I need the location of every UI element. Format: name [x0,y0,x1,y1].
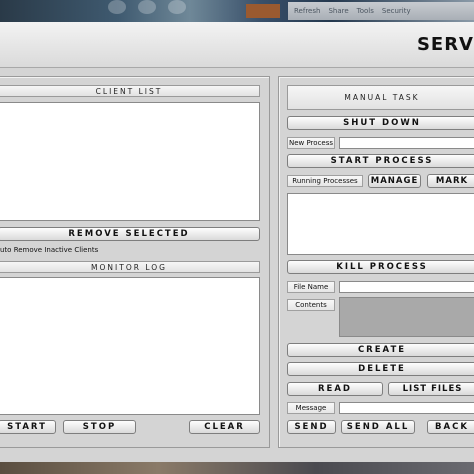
running-processes-label: Running Processes [287,175,363,187]
client-list-header: CLIENT LIST [0,85,260,97]
desktop-icon-2 [138,0,156,14]
desktop-icon-1 [108,0,126,14]
desktop-bottom-strip [0,462,474,474]
contents-textarea[interactable] [339,297,474,337]
explorer-item-tools[interactable]: Tools [357,7,374,15]
back-button[interactable]: BACK [427,420,474,434]
list-files-button[interactable]: LIST FILES [388,382,474,396]
desktop-icon-3 [168,0,186,14]
create-button[interactable]: CREATE [287,343,474,357]
monitor-log-box[interactable] [0,277,260,415]
new-process-input[interactable] [339,137,474,149]
window-title-bar [0,22,474,68]
window-title: SERV [416,34,474,55]
explorer-item-refresh[interactable]: Refresh [294,7,320,15]
mark-button[interactable]: MARK [427,174,474,188]
explorer-item-security[interactable]: Security [382,7,411,15]
running-processes-list[interactable] [287,193,474,255]
file-name-label: File Name [287,281,335,293]
file-name-input[interactable] [339,281,474,293]
explorer-item-share[interactable]: Share [328,7,348,15]
send-all-button[interactable]: SEND ALL [341,420,415,434]
send-button[interactable]: SEND [287,420,336,434]
message-input[interactable] [339,402,474,414]
stop-button[interactable]: STOP [63,420,136,434]
shut-down-button[interactable]: SHUT DOWN [287,116,474,130]
start-process-button[interactable]: START PROCESS [287,154,474,168]
manage-button[interactable]: MANAGE [368,174,421,188]
delete-button[interactable]: DELETE [287,362,474,376]
kill-process-button[interactable]: KILL PROCESS [287,260,474,274]
new-process-label: New Process [287,137,335,149]
message-label: Message [287,402,335,414]
monitor-log-header: MONITOR LOG [0,261,260,273]
desktop-thumbnail [246,4,280,18]
read-button[interactable]: READ [287,382,383,396]
remove-selected-button[interactable]: REMOVE SELECTED [0,227,260,241]
clear-button[interactable]: CLEAR [189,420,260,434]
start-button[interactable]: START [0,420,56,434]
contents-label: Contents [287,299,335,311]
auto-remove-inactive-clients-checkbox[interactable]: uto Remove Inactive Clients [0,246,98,254]
manual-task-header: MANUAL TASK [287,85,474,110]
explorer-toolbar: Refresh Share Tools Security [288,2,474,20]
client-list-box[interactable] [0,102,260,221]
